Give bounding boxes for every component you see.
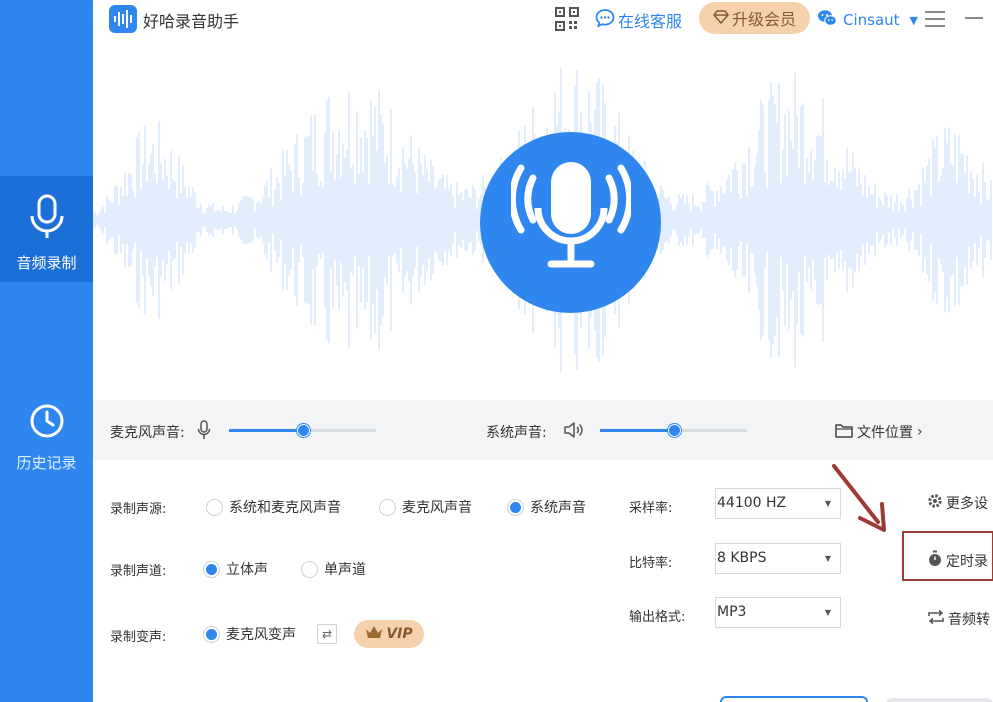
bitrate-value: 8 KBPS <box>717 550 767 566</box>
hamburger-menu-icon[interactable] <box>925 10 945 32</box>
user-menu[interactable]: Cinsaut ▼ <box>817 9 918 31</box>
radio-label: 系统声音 <box>530 500 586 516</box>
app-title: 好哈录音助手 <box>143 12 240 31</box>
username: Cinsaut <box>843 11 900 29</box>
bitrate-label: 比特率: <box>629 556 673 571</box>
more-settings-button[interactable]: 更多设 <box>927 493 988 513</box>
start-record-button[interactable] <box>720 696 868 702</box>
vip-label: VIP <box>386 626 413 642</box>
radio-label: 立体声 <box>226 562 268 578</box>
sidebar-item-history[interactable]: 历史记录 <box>0 392 93 502</box>
voice-change-label: 录制变声: <box>110 630 167 645</box>
radio-dot <box>203 560 220 578</box>
mic-volume-label: 麦克风声音: <box>110 425 185 441</box>
radio-label: 系统和麦克风声音 <box>229 500 341 516</box>
chevron-down-icon: ▼ <box>824 608 831 617</box>
stopwatch-icon <box>927 550 943 571</box>
system-volume-knob[interactable] <box>667 424 681 437</box>
clock-icon <box>28 402 66 444</box>
annotation-arrow-icon <box>828 460 898 544</box>
system-volume-slider[interactable] <box>600 424 747 437</box>
source-option-system[interactable]: 系统声音 <box>507 497 586 517</box>
record-button[interactable] <box>480 132 661 313</box>
mic-volume-slider[interactable] <box>229 424 376 437</box>
speaker-icon <box>563 421 585 443</box>
source-option-mic[interactable]: 麦克风声音 <box>379 497 472 517</box>
microphone-icon <box>27 194 67 244</box>
channel-option-stereo[interactable]: 立体声 <box>203 559 268 579</box>
chat-bubble-icon <box>595 8 615 32</box>
source-option-system-and-mic[interactable]: 系统和麦克风声音 <box>206 497 341 517</box>
system-volume-label: 系统声音: <box>486 425 547 441</box>
chevron-right-icon: › <box>917 424 923 440</box>
radio-dot <box>379 498 396 516</box>
audio-convert-label: 音频转 <box>948 612 990 628</box>
secondary-action-button[interactable] <box>886 698 993 702</box>
upgrade-vip-button[interactable]: 升级会员 <box>699 2 810 34</box>
voice-option-mic[interactable]: 麦克风变声 <box>203 624 296 644</box>
sidebar-item-label: 历史记录 <box>16 454 77 472</box>
mic-volume-knob[interactable] <box>296 424 310 437</box>
format-value: MP3 <box>717 604 747 620</box>
audio-convert-button[interactable]: 音频转 <box>927 609 990 629</box>
minimize-icon[interactable] <box>965 17 983 19</box>
volume-bar: 麦克风声音: 系统声音: 文件位置 › <box>93 400 993 460</box>
format-label: 输出格式: <box>629 610 686 625</box>
sidebar-item-audio-record[interactable]: 音频录制 <box>0 176 93 282</box>
system-volume-fill <box>600 429 674 432</box>
gear-icon <box>927 493 943 513</box>
radio-dot <box>301 560 318 578</box>
more-settings-label: 更多设 <box>946 496 988 512</box>
convert-icon <box>927 609 945 629</box>
waveform-area <box>93 40 993 400</box>
microphone-icon <box>197 420 211 444</box>
sample-rate-value: 44100 HZ <box>717 495 787 511</box>
sample-rate-label: 采样率: <box>629 501 673 516</box>
vip-badge[interactable]: VIP <box>354 620 424 648</box>
online-service-label: 在线客服 <box>618 12 683 31</box>
online-service-button[interactable]: 在线客服 <box>595 8 682 32</box>
radio-label: 单声道 <box>324 562 366 578</box>
folder-icon <box>835 423 853 442</box>
qr-code-icon[interactable] <box>555 7 579 35</box>
timed-record-button[interactable]: 定时录 <box>927 550 988 571</box>
sidebar: 音频录制 历史记录 <box>0 0 93 702</box>
source-label: 录制声源: <box>110 502 167 517</box>
settings-panel: 录制声源: 系统和麦克风声音 麦克风声音 系统声音 录制声道: 立体声 单声道 … <box>93 460 993 702</box>
mic-volume-fill <box>229 429 303 432</box>
timed-record-label: 定时录 <box>946 553 988 570</box>
app-logo-icon <box>109 5 137 33</box>
upgrade-label: 升级会员 <box>731 10 796 29</box>
radio-dot <box>203 625 220 643</box>
file-location-button[interactable]: 文件位置 › <box>835 422 923 442</box>
sidebar-item-label: 音频录制 <box>16 254 77 272</box>
format-select[interactable]: MP3 ▼ <box>715 597 841 628</box>
sample-rate-select[interactable]: 44100 HZ ▼ <box>715 488 841 519</box>
bitrate-select[interactable]: 8 KBPS ▼ <box>715 543 841 574</box>
chevron-down-icon: ▼ <box>824 554 831 563</box>
channel-label: 录制声道: <box>110 564 167 579</box>
diamond-icon <box>713 9 729 28</box>
chevron-down-icon: ▼ <box>909 13 919 27</box>
radio-label: 麦克风变声 <box>226 627 296 643</box>
app-window: 音频录制 历史记录 好哈录音助手 在线客服 升级会员 Cinsaut ▼ 麦克风… <box>0 0 993 702</box>
microphone-icon <box>508 156 633 290</box>
wechat-icon <box>817 9 837 31</box>
file-location-label: 文件位置 <box>857 425 913 441</box>
channel-option-mono[interactable]: 单声道 <box>301 559 366 579</box>
crown-icon <box>365 625 383 643</box>
title-bar: 好哈录音助手 在线客服 升级会员 Cinsaut ▼ <box>93 0 993 40</box>
radio-label: 麦克风声音 <box>402 500 472 516</box>
radio-dot <box>206 498 223 516</box>
swap-icon[interactable]: ⇄ <box>317 624 337 644</box>
radio-dot <box>507 498 524 516</box>
